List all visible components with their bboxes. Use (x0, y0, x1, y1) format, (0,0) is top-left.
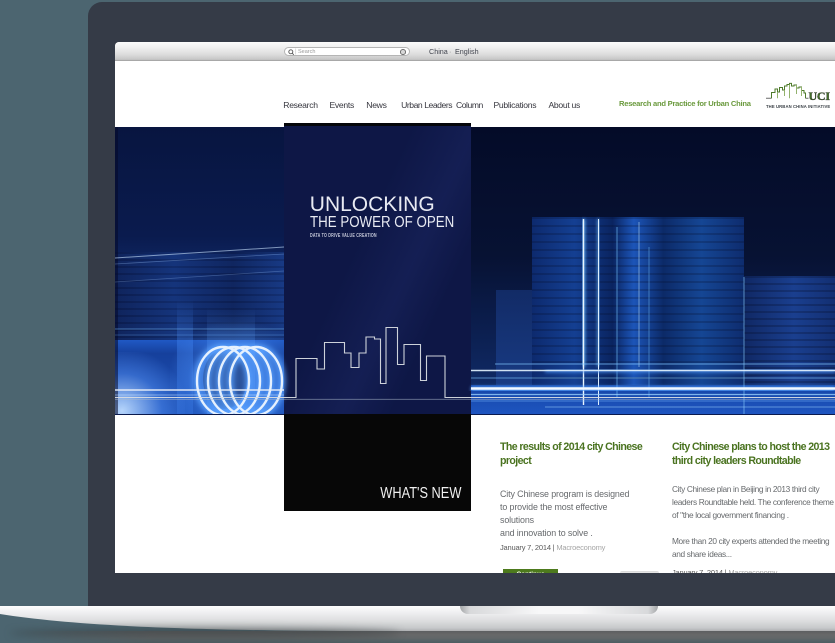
svg-text:UCI: UCI (809, 89, 831, 103)
